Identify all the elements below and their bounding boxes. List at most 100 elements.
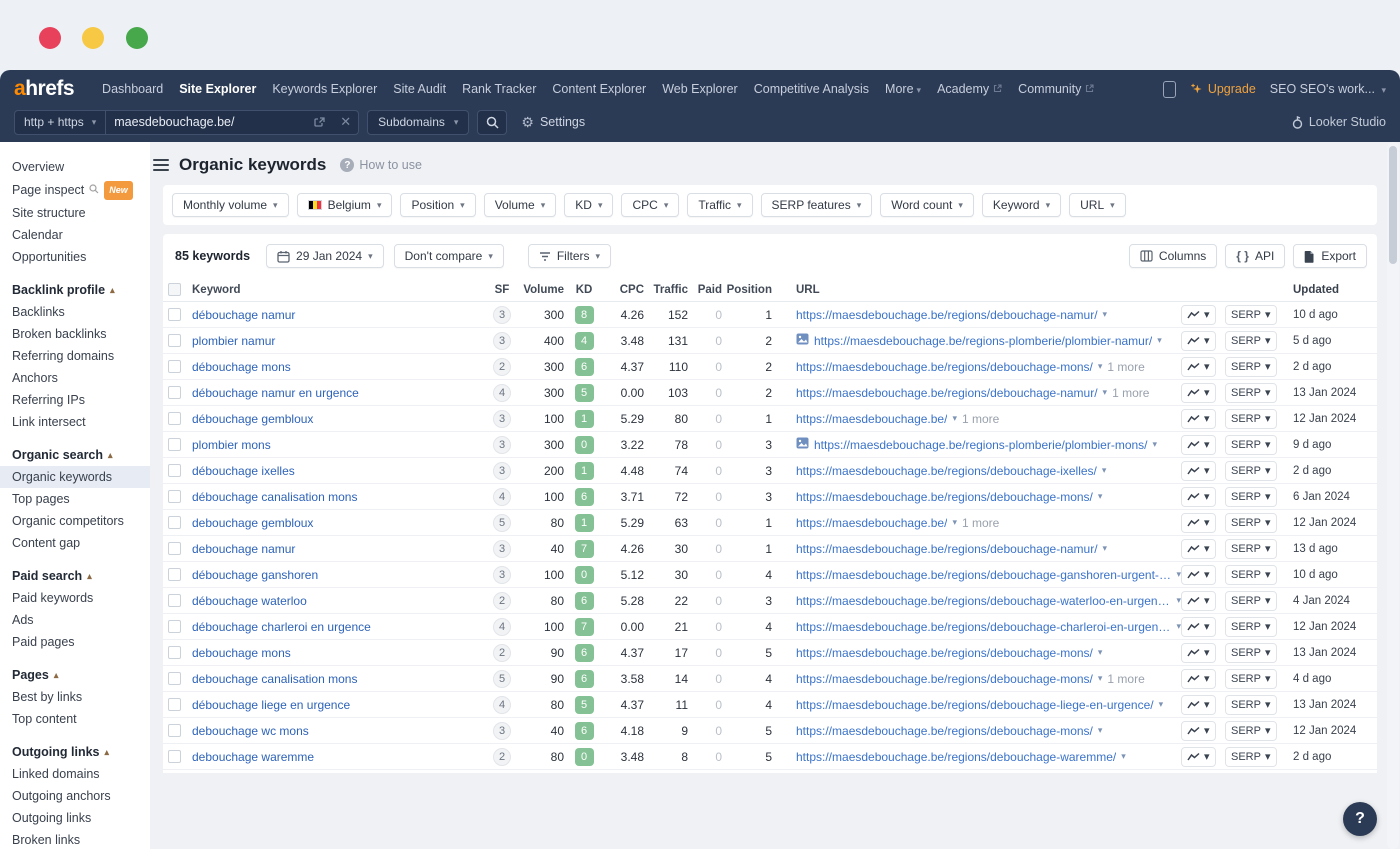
sidebar-item-paid-keywords[interactable]: Paid keywords <box>0 587 150 609</box>
serp-button[interactable]: SERP▾ <box>1225 305 1277 325</box>
header-cpc[interactable]: CPC <box>604 284 644 296</box>
trend-chart-button[interactable]: ▾ <box>1181 461 1216 481</box>
window-minimize-button[interactable] <box>82 27 104 49</box>
keyword-link[interactable]: plombier namur <box>192 334 275 348</box>
row-checkbox[interactable] <box>168 698 181 711</box>
trend-chart-button[interactable]: ▾ <box>1181 513 1216 533</box>
search-button[interactable] <box>477 110 507 135</box>
row-checkbox[interactable] <box>168 646 181 659</box>
serp-button[interactable]: SERP▾ <box>1225 695 1277 715</box>
trend-chart-button[interactable]: ▾ <box>1181 539 1216 559</box>
chevron-down-icon[interactable]: ▾ <box>1098 647 1103 658</box>
menu-icon[interactable] <box>153 156 169 174</box>
sidebar-section-paid-search[interactable]: Paid search▴ <box>0 565 150 587</box>
looker-studio-button[interactable]: Looker Studio <box>1292 115 1386 129</box>
sidebar-item-organic-competitors[interactable]: Organic competitors <box>0 510 150 532</box>
serp-button[interactable]: SERP▾ <box>1225 357 1277 377</box>
result-url-link[interactable]: https://maesdebouchage.be/regions/debouc… <box>796 490 1093 504</box>
ahrefs-logo[interactable]: ahrefs <box>14 77 74 101</box>
chevron-down-icon[interactable]: ▾ <box>1121 751 1126 762</box>
keyword-link[interactable]: débouchage mons <box>192 360 291 374</box>
scope-select[interactable]: Subdomains▾ <box>367 110 469 135</box>
clear-input-icon[interactable]: ✕ <box>333 114 358 130</box>
header-sf[interactable]: SF <box>487 284 517 296</box>
filter-pill-kd[interactable]: KD▾ <box>564 193 613 217</box>
sidebar-item-link-intersect[interactable]: Link intersect <box>0 411 150 433</box>
serp-button[interactable]: SERP▾ <box>1225 383 1277 403</box>
header-traffic[interactable]: Traffic <box>644 284 688 296</box>
keyword-link[interactable]: debouchage namur <box>192 542 295 556</box>
sidebar-section-backlink-profile[interactable]: Backlink profile▴ <box>0 279 150 301</box>
trend-chart-button[interactable]: ▾ <box>1181 331 1216 351</box>
filter-pill-serp-features[interactable]: SERP features▾ <box>761 193 873 217</box>
sidebar-item-page-inspect[interactable]: Page inspectNew <box>0 178 150 202</box>
result-url-link[interactable]: https://maesdebouchage.be/regions/debouc… <box>796 698 1154 712</box>
serp-button[interactable]: SERP▾ <box>1225 773 1277 774</box>
serp-button[interactable]: SERP▾ <box>1225 643 1277 663</box>
keyword-link[interactable]: débouchage namur en urgence <box>192 386 359 400</box>
keyword-link[interactable]: plombier mons <box>192 438 271 452</box>
keyword-link[interactable]: débouchage charleroi en urgence <box>192 620 371 634</box>
serp-button[interactable]: SERP▾ <box>1225 721 1277 741</box>
filter-pill-url[interactable]: URL▾ <box>1069 193 1126 217</box>
filter-pill-cpc[interactable]: CPC▾ <box>621 193 679 217</box>
trend-chart-button[interactable]: ▾ <box>1181 565 1216 585</box>
open-external-icon[interactable] <box>306 116 333 129</box>
header-position[interactable]: Position <box>722 284 772 296</box>
help-button[interactable]: ? <box>1343 802 1377 836</box>
result-url-link[interactable]: https://maesdebouchage.be/ <box>796 412 947 426</box>
row-checkbox[interactable] <box>168 594 181 607</box>
chevron-down-icon[interactable]: ▾ <box>1098 673 1103 684</box>
keyword-link[interactable]: débouchage liege en urgence <box>192 698 350 712</box>
result-url-link[interactable]: https://maesdebouchage.be/regions/debouc… <box>796 750 1116 764</box>
trend-chart-button[interactable]: ▾ <box>1181 617 1216 637</box>
trend-chart-button[interactable]: ▾ <box>1181 487 1216 507</box>
filter-pill-volume[interactable]: Volume▾ <box>484 193 557 217</box>
sidebar-item-top-pages[interactable]: Top pages <box>0 488 150 510</box>
chevron-down-icon[interactable]: ▾ <box>1103 387 1108 398</box>
sidebar-item-linked-domains[interactable]: Linked domains <box>0 763 150 785</box>
serp-button[interactable]: SERP▾ <box>1225 409 1277 429</box>
trend-chart-button[interactable]: ▾ <box>1181 721 1216 741</box>
filter-pill-position[interactable]: Position▾ <box>400 193 475 217</box>
select-all-checkbox[interactable] <box>168 283 181 296</box>
row-checkbox[interactable] <box>168 672 181 685</box>
nav-item-academy[interactable]: Academy <box>937 82 1002 96</box>
sidebar-item-opportunities[interactable]: Opportunities <box>0 246 150 268</box>
more-urls-link[interactable]: 1 more <box>1112 386 1149 400</box>
device-icon[interactable] <box>1163 81 1176 98</box>
sidebar-section-outgoing-links[interactable]: Outgoing links▴ <box>0 741 150 763</box>
result-url-link[interactable]: https://maesdebouchage.be/regions/debouc… <box>796 386 1098 400</box>
row-checkbox[interactable] <box>168 568 181 581</box>
header-updated[interactable]: Updated <box>1283 284 1369 296</box>
how-to-use-link[interactable]: ? How to use <box>340 158 422 172</box>
header-keyword[interactable]: Keyword <box>192 284 487 296</box>
sidebar-item-best-by-links[interactable]: Best by links <box>0 686 150 708</box>
filter-pill-monthly-volume[interactable]: Monthly volume▾ <box>172 193 289 217</box>
header-url[interactable]: URL <box>772 284 1181 296</box>
sidebar-item-broken-backlinks[interactable]: Broken backlinks <box>0 323 150 345</box>
serp-button[interactable]: SERP▾ <box>1225 487 1277 507</box>
trend-chart-button[interactable]: ▾ <box>1181 305 1216 325</box>
keyword-link[interactable]: debouchage mons <box>192 646 291 660</box>
row-checkbox[interactable] <box>168 464 181 477</box>
account-menu[interactable]: SEO SEO's work... ▾ <box>1270 82 1386 96</box>
trend-chart-button[interactable]: ▾ <box>1181 435 1216 455</box>
result-url-link[interactable]: https://maesdebouchage.be/regions-plombe… <box>814 334 1152 348</box>
sidebar-item-organic-keywords[interactable]: Organic keywords <box>0 466 150 488</box>
row-checkbox[interactable] <box>168 490 181 503</box>
filter-pill-keyword[interactable]: Keyword▾ <box>982 193 1061 217</box>
result-url-link[interactable]: https://maesdebouchage.be/regions/debouc… <box>796 594 1171 608</box>
sidebar-item-ads[interactable]: Ads <box>0 609 150 631</box>
window-close-button[interactable] <box>39 27 61 49</box>
serp-button[interactable]: SERP▾ <box>1225 591 1277 611</box>
upgrade-button[interactable]: Upgrade <box>1190 82 1256 96</box>
sidebar-item-overview[interactable]: Overview <box>0 156 150 178</box>
row-checkbox[interactable] <box>168 516 181 529</box>
sidebar-item-content-gap[interactable]: Content gap <box>0 532 150 554</box>
trend-chart-button[interactable]: ▾ <box>1181 409 1216 429</box>
chevron-down-icon[interactable]: ▾ <box>952 517 957 528</box>
result-url-link[interactable]: https://maesdebouchage.be/regions/debouc… <box>796 620 1171 634</box>
result-url-link[interactable]: https://maesdebouchage.be/regions/debouc… <box>796 542 1098 556</box>
chevron-down-icon[interactable]: ▾ <box>952 413 957 424</box>
